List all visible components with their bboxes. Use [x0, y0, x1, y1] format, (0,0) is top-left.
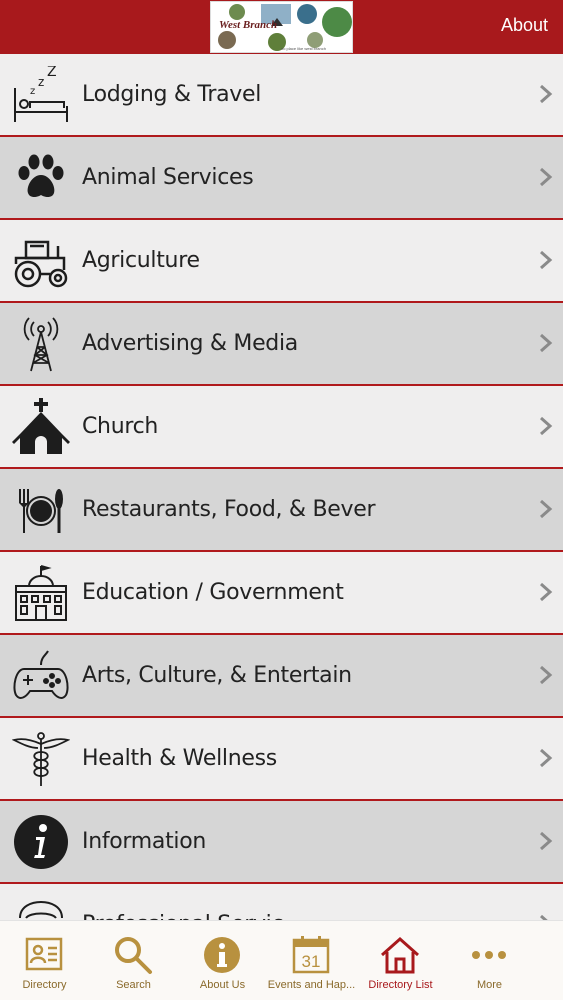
tractor-icon	[12, 232, 70, 290]
category-row-education-government[interactable]: Education / Government	[0, 552, 563, 635]
bottom-tab-bar: Directory Search About Us 31 Events and …	[0, 920, 563, 1000]
chevron-right-icon	[537, 830, 555, 852]
category-row-advertising-media[interactable]: Advertising & Media	[0, 303, 563, 386]
category-list: z z Z Lodging & Travel Animal Services A…	[0, 54, 563, 920]
home-icon	[380, 935, 420, 975]
calendar-day: 31	[302, 952, 321, 971]
category-row-arts-culture[interactable]: Arts, Culture, & Entertain	[0, 635, 563, 718]
category-row-professional[interactable]: Professional Servic	[0, 884, 563, 920]
svg-text:Z: Z	[47, 66, 57, 80]
tab-label: About Us	[199, 979, 246, 991]
category-label: Agriculture	[82, 248, 200, 273]
category-label: Education / Government	[82, 580, 344, 605]
info-circle-icon	[202, 935, 242, 975]
chevron-right-icon	[537, 581, 555, 603]
category-label: Advertising & Media	[82, 331, 298, 356]
chevron-right-icon	[537, 332, 555, 354]
svg-text:West Branch: West Branch	[219, 19, 277, 31]
government-building-icon	[12, 564, 70, 622]
professional-icon	[12, 896, 70, 920]
church-icon	[12, 398, 70, 456]
west-branch-logo: West Branch no place like west branch	[210, 1, 353, 53]
category-label: Professional Servic	[82, 884, 284, 920]
search-icon	[113, 935, 153, 975]
about-link[interactable]: About	[501, 15, 548, 36]
svg-text:no place like west branch: no place like west branch	[281, 46, 326, 51]
tab-label: Directory	[22, 979, 67, 991]
category-label: Information	[82, 829, 207, 854]
svg-text:z: z	[38, 75, 44, 89]
tab-label: Search	[116, 979, 151, 991]
chevron-right-icon	[537, 415, 555, 437]
chevron-right-icon	[537, 498, 555, 520]
chevron-right-icon	[537, 747, 555, 769]
app-header: West Branch no place like west branch Ab…	[0, 0, 563, 54]
category-label: Church	[82, 414, 159, 439]
category-row-church[interactable]: Church	[0, 386, 563, 469]
tab-about-us[interactable]: About Us	[178, 921, 267, 1000]
category-row-animal-services[interactable]: Animal Services	[0, 137, 563, 220]
category-label: Animal Services	[82, 165, 254, 190]
chevron-right-icon	[537, 166, 555, 188]
directory-card-icon	[24, 935, 64, 975]
tab-label: Directory List	[368, 979, 433, 991]
chevron-right-icon	[537, 913, 555, 920]
tab-search[interactable]: Search	[89, 921, 178, 1000]
category-label: Arts, Culture, & Entertain	[82, 663, 352, 688]
antenna-tower-icon	[12, 315, 70, 373]
category-label: Health & Wellness	[82, 746, 277, 771]
more-dots-icon	[469, 935, 509, 975]
gamepad-icon	[12, 647, 70, 705]
category-row-agriculture[interactable]: Agriculture	[0, 220, 563, 303]
chevron-right-icon	[537, 249, 555, 271]
tab-label: Events and Hap...	[267, 979, 356, 991]
calendar-icon: 31	[291, 935, 331, 975]
category-label: Lodging & Travel	[82, 82, 262, 107]
paw-icon	[12, 149, 70, 207]
svg-text:z: z	[30, 86, 35, 97]
info-icon	[12, 813, 70, 871]
category-row-information[interactable]: Information	[0, 801, 563, 884]
caduceus-icon	[11, 730, 71, 788]
tab-events[interactable]: 31 Events and Hap...	[267, 921, 356, 1000]
plate-fork-knife-icon	[12, 481, 70, 539]
tab-directory[interactable]: Directory	[0, 921, 89, 1000]
category-label: Restaurants, Food, & Bever	[82, 497, 376, 522]
tab-label: More	[476, 979, 503, 991]
chevron-right-icon	[537, 83, 555, 105]
category-row-restaurants[interactable]: Restaurants, Food, & Bever	[0, 469, 563, 552]
tab-more[interactable]: More	[445, 921, 534, 1000]
tab-directory-list[interactable]: Directory List	[356, 921, 445, 1000]
category-row-lodging[interactable]: z z Z Lodging & Travel	[0, 54, 563, 137]
bed-icon: z z Z	[12, 64, 70, 124]
category-row-health-wellness[interactable]: Health & Wellness	[0, 718, 563, 801]
chevron-right-icon	[537, 664, 555, 686]
